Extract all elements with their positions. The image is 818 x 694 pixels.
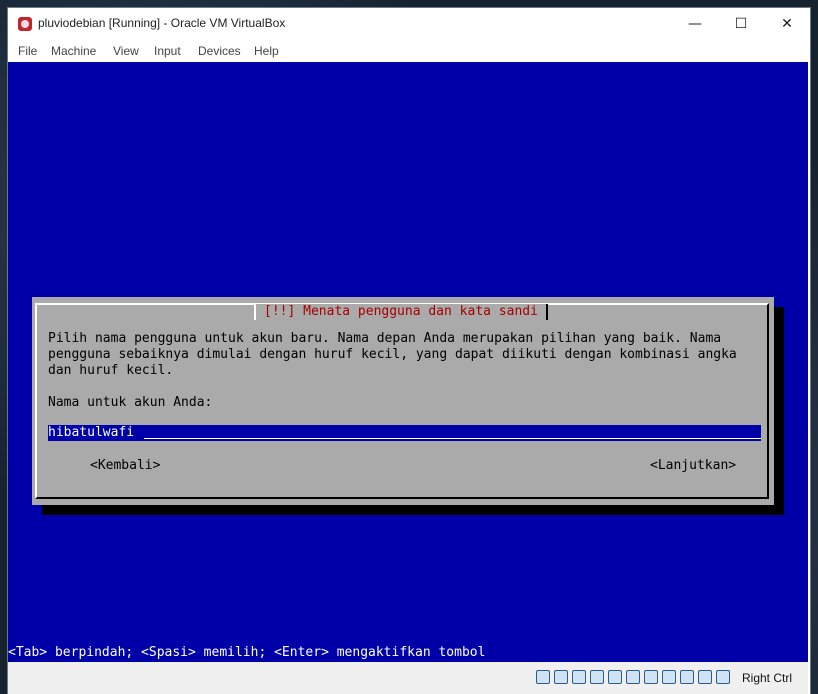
window-title: pluviodebian [Running] - Oracle VM Virtu… xyxy=(38,16,286,30)
username-input[interactable]: hibatulwafi xyxy=(48,425,761,441)
installer-dialog: [!!] Menata pengguna dan kata sandi Pili… xyxy=(32,297,774,505)
back-button[interactable]: <Kembali> xyxy=(90,458,160,474)
vm-display[interactable]: [!!] Menata pengguna dan kata sandi Pili… xyxy=(8,62,808,662)
menu-help[interactable]: Help xyxy=(254,44,279,58)
video-capture-icon[interactable] xyxy=(662,670,676,684)
menu-input[interactable]: Input xyxy=(154,44,181,58)
input-underline xyxy=(144,438,761,439)
username-value: hibatulwafi xyxy=(48,425,135,440)
menu-view[interactable]: View xyxy=(113,44,139,58)
usb-icon[interactable] xyxy=(608,670,622,684)
dialog-title: [!!] Menata pengguna dan kata sandi xyxy=(254,304,548,320)
continue-button[interactable]: <Lanjutkan> xyxy=(650,458,736,474)
close-button[interactable]: ✕ xyxy=(764,8,810,40)
status-bar: Right Ctrl xyxy=(8,662,808,694)
minimize-button[interactable]: — xyxy=(672,8,718,40)
title-bar: pluviodebian [Running] - Oracle VM Virtu… xyxy=(8,8,810,40)
mouse-integration-icon[interactable] xyxy=(698,670,712,684)
network-icon[interactable] xyxy=(590,670,604,684)
menu-bar: File Machine View Input Devices Help xyxy=(8,40,810,62)
menu-file[interactable]: File xyxy=(18,44,37,58)
virtualbox-app-icon xyxy=(18,17,32,31)
dialog-description: Pilih nama pengguna untuk akun baru. Nam… xyxy=(48,331,737,378)
virtualbox-window: pluviodebian [Running] - Oracle VM Virtu… xyxy=(8,8,810,694)
optical-drive-icon[interactable] xyxy=(554,670,568,684)
shared-folders-icon[interactable] xyxy=(626,670,640,684)
hard-disk-icon[interactable] xyxy=(536,670,550,684)
maximize-button[interactable]: ☐ xyxy=(718,8,764,40)
keyboard-hint: <Tab> berpindah; <Spasi> memilih; <Enter… xyxy=(8,644,808,662)
menu-devices[interactable]: Devices xyxy=(198,44,241,58)
menu-machine[interactable]: Machine xyxy=(51,44,96,58)
keyboard-icon[interactable] xyxy=(716,670,730,684)
audio-icon[interactable] xyxy=(572,670,586,684)
host-key-label: Right Ctrl xyxy=(742,671,793,685)
display-icon[interactable] xyxy=(644,670,658,684)
username-label: Nama untuk akun Anda: xyxy=(48,395,213,410)
cpu-icon[interactable] xyxy=(680,670,694,684)
